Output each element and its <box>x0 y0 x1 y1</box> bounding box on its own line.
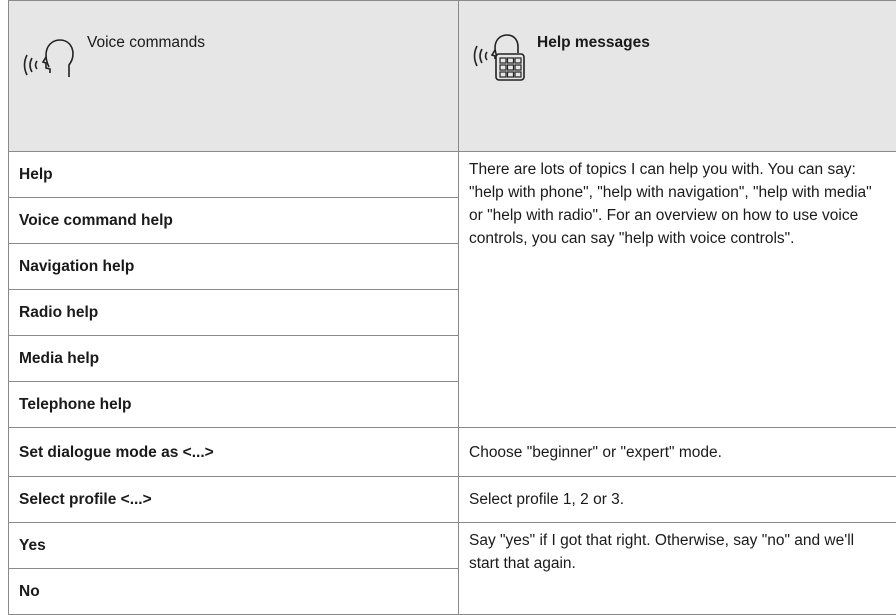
header-help-messages-label: Help messages <box>537 31 650 54</box>
command-navigation-help: Navigation help <box>9 244 459 290</box>
command-telephone-help: Telephone help <box>9 382 459 428</box>
command-voice-command-help: Voice command help <box>9 198 459 244</box>
table-header-row: Voice commands <box>9 1 896 152</box>
command-select-profile: Select profile <...> <box>9 477 459 523</box>
header-voice-commands-label: Voice commands <box>87 31 205 54</box>
header-cell-messages: Help messages <box>459 1 896 152</box>
table-row: Select profile <...> Select profile 1, 2… <box>9 477 896 523</box>
table-row: Help There are lots of topics I can help… <box>9 152 896 198</box>
voice-commands-table: Voice commands <box>8 0 896 615</box>
command-yes: Yes <box>9 523 459 569</box>
header-cell-commands: Voice commands <box>9 1 459 152</box>
command-no: No <box>9 569 459 615</box>
message-help-topics: There are lots of topics I can help you … <box>459 152 896 428</box>
voice-screen-icon <box>469 27 527 85</box>
command-set-dialogue-mode: Set dialogue mode as <...> <box>9 428 459 477</box>
message-dialogue-mode: Choose "beginner" or "expert" mode. <box>459 428 896 477</box>
command-radio-help: Radio help <box>9 290 459 336</box>
table-row: Yes Say "yes" if I got that right. Other… <box>9 523 896 569</box>
table-row: Set dialogue mode as <...> Choose "begin… <box>9 428 896 477</box>
message-confirm: Say "yes" if I got that right. Otherwise… <box>459 523 896 615</box>
command-media-help: Media help <box>9 336 459 382</box>
voice-head-icon <box>19 27 77 85</box>
command-help: Help <box>9 152 459 198</box>
message-select-profile: Select profile 1, 2 or 3. <box>459 477 896 523</box>
